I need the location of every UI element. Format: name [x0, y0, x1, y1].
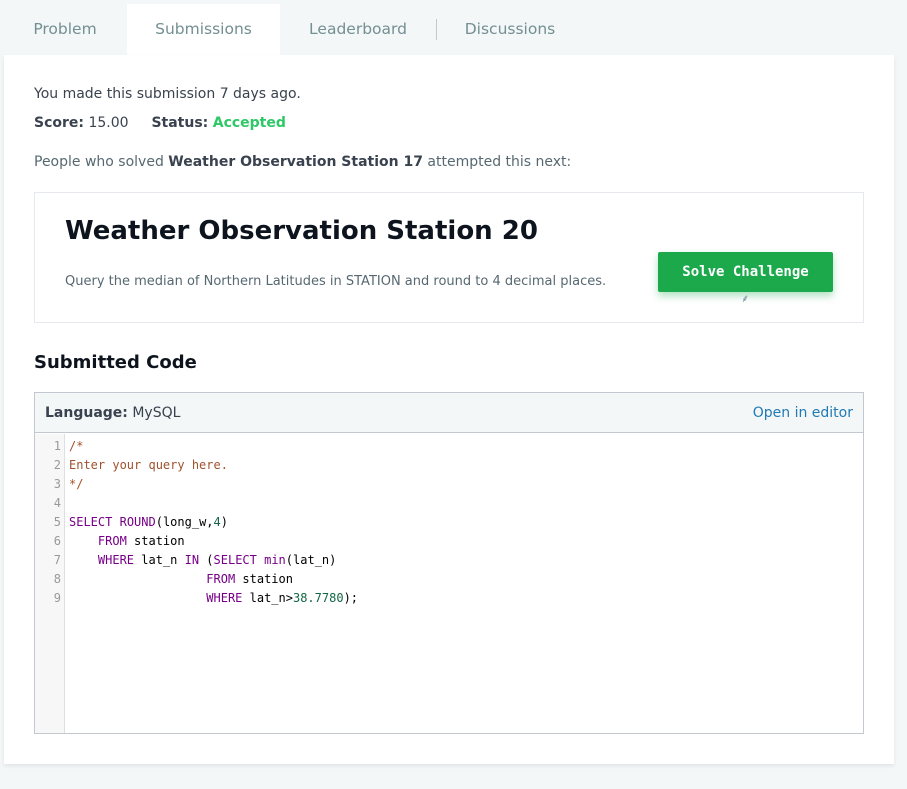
people-suffix: attempted this next: [422, 154, 572, 170]
next-challenge-title: Weather Observation Station 20 [65, 216, 538, 246]
tab-submissions[interactable]: Submissions [127, 4, 280, 55]
submission-panel: You made this submission 7 days ago. Sco… [4, 55, 894, 764]
score-status-row: Score: 15.00 Status: Accepted [34, 115, 286, 131]
line-number: 5 [53, 515, 61, 529]
tab-divider [436, 19, 437, 40]
line-number-gutter: 1 2 3 4 5 6 7 8 9 [35, 434, 65, 733]
score-value: 15.00 [88, 115, 129, 131]
line-number: 6 [53, 534, 61, 548]
next-challenge-description: Query the median of Northern Latitudes i… [65, 274, 607, 289]
tab-leaderboard[interactable]: Leaderboard [287, 4, 429, 55]
language-value: MySQL [132, 405, 181, 421]
next-challenge-card: Weather Observation Station 20 Query the… [34, 192, 864, 323]
code-line: SELECT ROUND(long_w,4) [69, 515, 228, 529]
code-line: Enter your query here. [69, 458, 228, 472]
language-indicator: Language: MySQL [45, 405, 180, 421]
line-number: 8 [53, 572, 61, 586]
tab-problem[interactable]: Problem [4, 4, 126, 55]
line-number: 7 [53, 553, 61, 567]
line-number: 3 [53, 477, 61, 491]
line-number: 4 [53, 496, 61, 510]
solve-challenge-button[interactable]: Solve Challenge [658, 252, 833, 292]
people-prefix: People who solved [34, 154, 169, 170]
code-line: WHERE lat_n IN (SELECT min(lat_n) [97, 553, 337, 567]
next-attempted-text: People who solved Weather Observation St… [34, 154, 571, 170]
code-viewer-header: Language: MySQL Open in editor [35, 393, 863, 433]
score-label: Score: [34, 115, 84, 131]
code-line: /* [69, 439, 84, 453]
code-line: FROM station [206, 572, 293, 586]
mouse-cursor-icon: ⸙ [741, 292, 750, 305]
tab-discussions[interactable]: Discussions [444, 4, 576, 55]
code-line: WHERE lat_n>38.7780); [206, 591, 359, 605]
submitted-code-heading: Submitted Code [34, 352, 197, 373]
line-number: 1 [53, 439, 61, 453]
code-viewer: Language: MySQL Open in editor 1 2 3 4 5… [34, 392, 864, 734]
submission-time-text: You made this submission 7 days ago. [34, 86, 301, 102]
code-line: FROM station [97, 534, 185, 548]
code-line: */ [69, 477, 84, 491]
tab-bar: Problem Submissions Leaderboard Discussi… [4, 4, 894, 55]
solved-challenge-name: Weather Observation Station 17 [168, 154, 423, 170]
line-number: 2 [53, 458, 61, 472]
status-label: Status: [151, 115, 209, 131]
open-in-editor-link[interactable]: Open in editor [753, 405, 853, 421]
line-number: 9 [53, 591, 61, 605]
code-content[interactable]: /* Enter your query here. */ SELECT ROUN… [69, 434, 859, 733]
status-badge: Accepted [212, 115, 286, 131]
language-label: Language: [45, 405, 128, 421]
